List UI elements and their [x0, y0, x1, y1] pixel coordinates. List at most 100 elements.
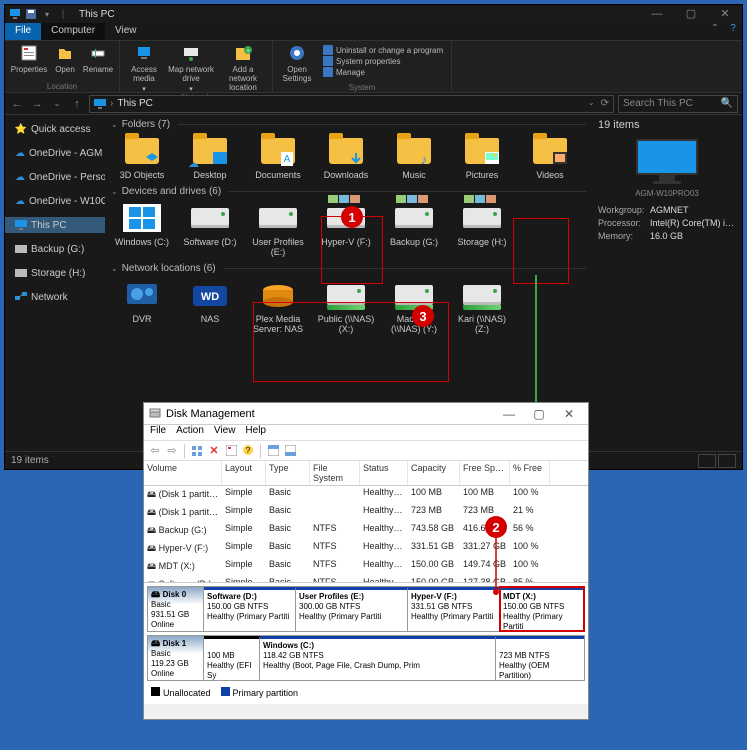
close-button[interactable]: ✕ [708, 5, 742, 23]
uninstall-program-button[interactable]: Uninstall or change a program [323, 45, 443, 55]
save-icon[interactable] [25, 8, 37, 20]
dm-close-button[interactable]: ✕ [554, 407, 584, 421]
network-location-item[interactable]: Kari (\\NAS) (Z:) [449, 276, 515, 336]
volume-row[interactable]: 🖴 MDT (X:)SimpleBasicNTFS Healthy (P…150… [144, 558, 588, 576]
forward-icon[interactable]: ⇨ [165, 444, 179, 458]
search-input[interactable]: Search This PC 🔍 [618, 95, 738, 113]
disk-management-window: Disk Management — ▢ ✕ File Action View H… [143, 402, 589, 720]
panel-bottom-icon[interactable] [283, 444, 297, 458]
title-bar[interactable]: ▾ | This PC — ▢ ✕ [5, 5, 742, 23]
dm-title-bar[interactable]: Disk Management — ▢ ✕ [144, 403, 588, 425]
views-icon[interactable] [190, 444, 204, 458]
help-icon[interactable]: ? [241, 444, 255, 458]
tab-computer[interactable]: Computer [41, 23, 105, 40]
map-network-drive-button[interactable]: Map network drive▾ [166, 43, 216, 93]
partition[interactable]: Hyper-V (F:)331.51 GB NTFSHealthy (Prima… [408, 587, 500, 631]
disk-1-header: 🖴 Disk 1 Basic 119.23 GB Online [148, 636, 204, 680]
folder-item[interactable]: ☁ Desktop [177, 132, 243, 182]
folder-item[interactable]: A Documents [245, 132, 311, 182]
partition[interactable]: 723 MB NTFSHealthy (OEM Partition) [496, 636, 584, 680]
nav-forward-button[interactable]: → [29, 96, 45, 112]
computer-icon [632, 139, 702, 185]
nav-recent-button[interactable]: ⌄ [49, 96, 65, 112]
drive-item[interactable]: Storage (H:) [449, 199, 515, 259]
search-icon: 🔍 [721, 98, 733, 109]
dm-menu-action[interactable]: Action [176, 425, 204, 440]
nav-backup-drive[interactable]: Backup (G:) [5, 241, 105, 257]
disk-0-row[interactable]: 🖴 Disk 0 Basic 931.51 GB Online Software… [147, 586, 585, 632]
nav-storage-drive[interactable]: Storage (H:) [5, 265, 105, 281]
drive-item[interactable]: User Profiles (E:) [245, 199, 311, 259]
system-properties-button[interactable]: System properties [323, 56, 443, 66]
nav-back-button[interactable]: ← [9, 96, 25, 112]
address-path[interactable]: › This PC ⌄ ⟳ [89, 95, 614, 113]
add-network-location-button[interactable]: + Add a network location [218, 43, 268, 93]
path-dropdown-icon[interactable]: ⌄ [588, 98, 595, 109]
view-icons-button[interactable] [718, 454, 736, 468]
ribbon-collapse-icon[interactable]: ⌃ [706, 23, 724, 40]
open-button[interactable]: Open [51, 43, 79, 74]
volume-row[interactable]: 🖴 Software (D:)SimpleBasicNTFS Healthy (… [144, 576, 588, 582]
volume-row[interactable]: 🖴 Backup (G:)SimpleBasicNTFS Healthy (P…… [144, 522, 588, 540]
file-explorer-window: ▾ | This PC — ▢ ✕ File Computer View ⌃ ?… [4, 4, 743, 470]
delete-icon[interactable]: ✕ [207, 444, 221, 458]
partition[interactable]: MDT (X:)150.00 GB NTFSHealthy (Primary P… [500, 587, 584, 631]
minimize-button[interactable]: — [640, 5, 674, 23]
partition[interactable]: Windows (C:)118.42 GB NTFSHealthy (Boot,… [260, 636, 496, 680]
drive-item[interactable]: Software (D:) [177, 199, 243, 259]
tab-file[interactable]: File [5, 23, 41, 40]
network-icon [15, 291, 27, 303]
open-settings-button[interactable]: Open Settings [277, 43, 317, 83]
access-media-button[interactable]: Access media▾ [124, 43, 164, 93]
partition[interactable]: Software (D:)150.00 GB NTFSHealthy (Prim… [204, 587, 296, 631]
dropdown-icon[interactable]: ▾ [41, 8, 53, 20]
properties-icon[interactable] [224, 444, 238, 458]
folder-item[interactable]: Videos [517, 132, 583, 182]
address-bar: ← → ⌄ ↑ › This PC ⌄ ⟳ Search This PC 🔍 [5, 93, 742, 115]
view-details-button[interactable] [698, 454, 716, 468]
dm-menu-help[interactable]: Help [245, 425, 266, 440]
nav-quick-access[interactable]: ⭐Quick access [5, 121, 105, 137]
volume-row[interactable]: 🖴 Hyper-V (F:)SimpleBasicNTFS Healthy (P… [144, 540, 588, 558]
cloud-icon: ☁ [15, 147, 25, 159]
nav-this-pc[interactable]: This PC [5, 217, 105, 233]
disk-1-row[interactable]: 🖴 Disk 1 Basic 119.23 GB Online 100 MBHe… [147, 635, 585, 681]
folder-item[interactable]: Downloads [313, 132, 379, 182]
maximize-button[interactable]: ▢ [674, 5, 708, 23]
dm-menu-view[interactable]: View [214, 425, 236, 440]
help-icon[interactable]: ? [724, 23, 742, 40]
svg-text:+: + [246, 48, 250, 55]
rename-button[interactable]: Rename [81, 43, 115, 74]
drive-item[interactable]: Windows (C:) [109, 199, 175, 259]
volume-row[interactable]: 🖴 (Disk 1 partition 1)SimpleBasic Health… [144, 486, 588, 504]
folder-item[interactable]: ♪ Music [381, 132, 447, 182]
folder-label: Desktop [193, 170, 226, 180]
volume-list[interactable]: 🖴 (Disk 1 partition 1)SimpleBasic Health… [144, 486, 588, 582]
drive-item[interactable]: Backup (G:) [381, 199, 447, 259]
dm-minimize-button[interactable]: — [494, 407, 524, 421]
partition[interactable]: 100 MBHealthy (EFI Sy [204, 636, 260, 680]
folder-item[interactable]: Pictures [449, 132, 515, 182]
network-location-item[interactable]: WD NAS [177, 276, 243, 336]
properties-button[interactable]: Properties [9, 43, 49, 74]
nav-onedrive-agm[interactable]: ☁OneDrive - AGM [5, 145, 105, 161]
folder-label: Music [402, 170, 426, 180]
dm-menu-file[interactable]: File [150, 425, 166, 440]
panel-top-icon[interactable] [266, 444, 280, 458]
refresh-icon[interactable]: ⟳ [601, 98, 609, 109]
nav-up-button[interactable]: ↑ [69, 96, 85, 112]
nav-network[interactable]: Network [5, 289, 105, 305]
callout-box-empty-slot [513, 218, 569, 284]
tab-view[interactable]: View [105, 23, 147, 40]
nav-onedrive-personal[interactable]: ☁OneDrive - Personal [5, 169, 105, 185]
partition[interactable]: User Profiles (E:)300.00 GB NTFSHealthy … [296, 587, 408, 631]
disk-0-header: 🖴 Disk 0 Basic 931.51 GB Online [148, 587, 204, 631]
volume-row[interactable]: 🖴 (Disk 1 partition 4)SimpleBasic Health… [144, 504, 588, 522]
section-folders[interactable]: Folders (7) [111, 119, 586, 130]
back-icon[interactable]: ⇦ [148, 444, 162, 458]
folder-item[interactable]: 3D Objects [109, 132, 175, 182]
dm-maximize-button[interactable]: ▢ [524, 407, 554, 421]
network-location-item[interactable]: DVR [109, 276, 175, 336]
manage-button[interactable]: Manage [323, 67, 443, 77]
nav-onedrive-w10g[interactable]: ☁OneDrive - W10G [5, 193, 105, 209]
